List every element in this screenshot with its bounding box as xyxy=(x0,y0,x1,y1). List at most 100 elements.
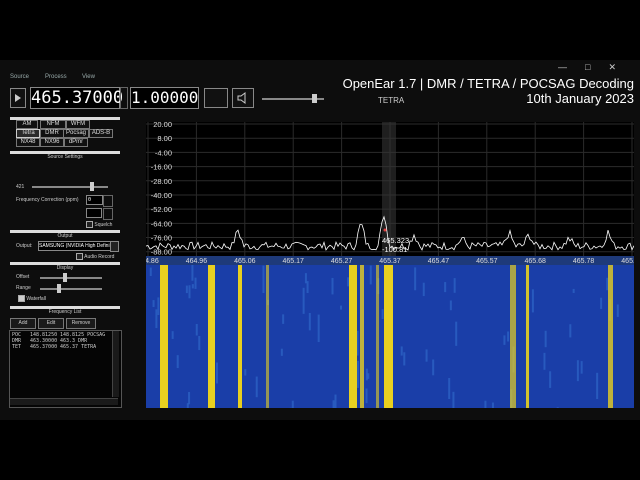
rf-gain-value: 421 xyxy=(16,184,25,190)
add-button[interactable]: Add xyxy=(10,318,36,329)
overlay-line2: 10th January 2023 xyxy=(526,91,634,106)
x-tick-label: 465.68 xyxy=(524,258,546,265)
mode-button-tetra[interactable]: Tetra xyxy=(16,129,40,138)
remove-button[interactable]: Remove xyxy=(66,318,96,329)
waterfall-speckle xyxy=(444,282,447,293)
waterfall-speckle xyxy=(580,361,583,374)
menu-source[interactable]: Source xyxy=(10,74,29,80)
waterfall-speckle xyxy=(491,402,494,408)
waterfall-speckle xyxy=(332,400,335,408)
waterfall-check-icon[interactable] xyxy=(18,295,25,302)
x-tick-label: 465.88 xyxy=(621,258,634,265)
list-item-frequency: 465.37000 xyxy=(30,344,58,350)
waterfall-speckle xyxy=(308,312,311,331)
play-button[interactable] xyxy=(10,88,26,108)
mode-button-adsb[interactable]: ADS-B xyxy=(89,129,113,138)
audio-record-label: Audio Record xyxy=(84,253,115,260)
waterfall-speckle xyxy=(302,287,305,314)
freq-correction-input[interactable]: 0 xyxy=(86,195,103,205)
waterfall-speckle xyxy=(556,407,559,408)
edit-button[interactable]: Edit xyxy=(38,318,64,329)
spectrum-plot[interactable]: 20.00 8.00 -4.00 -16.00 -28.00 -40.00 -52.00 -6… xyxy=(137,120,640,408)
waterfall-speckle xyxy=(576,360,579,382)
waterfall-speckle xyxy=(453,278,456,293)
waterfall-speckle xyxy=(531,289,534,313)
waterfall-speckle xyxy=(255,376,258,398)
y-tick-label: -76.00 xyxy=(151,234,172,243)
waterfall-speckle xyxy=(317,314,320,343)
mode-button-dpmr[interactable]: dPmr xyxy=(64,138,88,147)
freq-correction-label: Frequency Correction (ppm) xyxy=(16,197,79,203)
audio-record-check-icon[interactable] xyxy=(76,253,83,260)
output-label: Output: xyxy=(16,243,33,249)
menu-view[interactable]: View xyxy=(82,74,95,80)
list-item-tag: TET xyxy=(12,344,22,350)
mode-button-am[interactable]: AM xyxy=(16,120,38,129)
waterfall-speckle xyxy=(448,377,451,399)
offset-thumb[interactable] xyxy=(63,273,67,282)
mode-button-dmr[interactable]: DMR xyxy=(40,129,64,138)
waterfall-speckle xyxy=(152,300,155,308)
frequency-spinner[interactable] xyxy=(120,87,128,109)
waterfall-speckle xyxy=(280,348,283,356)
freq-correction-spinner[interactable] xyxy=(103,195,113,207)
rf-gain-thumb[interactable] xyxy=(90,182,94,191)
display-title: Display xyxy=(56,265,74,271)
x-tick-label: 465.17 xyxy=(282,258,304,265)
secondary-input[interactable] xyxy=(86,208,102,218)
offset-slider[interactable] xyxy=(40,277,102,279)
mode-button-nx48[interactable]: NX48 xyxy=(16,138,40,147)
waterfall-signal-band xyxy=(360,265,364,408)
rf-gain-slider[interactable] xyxy=(32,186,108,188)
x-tick-label: 465.47 xyxy=(428,258,450,265)
offset-label: Offset xyxy=(16,274,30,280)
menu-process[interactable]: Process xyxy=(45,74,67,80)
list-item[interactable]: TET 465.37000 465.37 TETRA xyxy=(12,344,119,350)
close-icon[interactable]: ✕ xyxy=(608,62,634,72)
y-tick-label: 8.00 xyxy=(157,134,172,143)
mode-button-wfm[interactable]: WFM xyxy=(66,120,90,129)
record-button[interactable] xyxy=(204,88,228,108)
waterfall-speckle xyxy=(331,277,334,295)
waterfall-speckle xyxy=(569,324,572,338)
gain-input[interactable]: 1.00000 xyxy=(130,87,199,109)
frequency-input[interactable]: 465.37000 xyxy=(30,87,123,109)
audio-record-checkbox[interactable]: Audio Record xyxy=(76,253,114,260)
mode-button-nx96[interactable]: NX96 xyxy=(40,138,64,147)
x-tick-label: 465.57 xyxy=(476,258,498,265)
y-tick-label: -52.00 xyxy=(151,205,172,214)
squelch-checkbox[interactable]: Squelch xyxy=(86,221,112,228)
waterfall-speckle xyxy=(484,400,487,408)
secondary-spinner[interactable] xyxy=(103,208,113,220)
minimize-icon[interactable]: — xyxy=(558,62,585,72)
mode-button-pocsag[interactable]: Pocsag xyxy=(63,129,89,138)
waterfall-speckle xyxy=(422,282,425,297)
squelch-check-icon[interactable] xyxy=(86,221,93,228)
waterfall-speckle xyxy=(194,277,197,289)
cursor-level-readout: -100.81 xyxy=(382,245,407,254)
chevron-down-icon[interactable] xyxy=(110,241,119,252)
waterfall-signal-band xyxy=(266,265,269,408)
waterfall-speckle xyxy=(185,285,188,294)
mode-button-nfm[interactable]: NFM xyxy=(40,120,66,129)
y-tick-label: -40.00 xyxy=(151,191,172,200)
waterfall-checkbox[interactable]: Waterfall xyxy=(18,295,46,302)
waterfall-speckle xyxy=(340,305,343,310)
audio-mute-button[interactable] xyxy=(232,88,254,108)
waterfall-speckle xyxy=(191,265,194,281)
waterfall-speckle xyxy=(244,369,247,376)
window-controls[interactable]: —□✕ xyxy=(558,62,634,73)
frequency-list-hscrollbar[interactable] xyxy=(10,398,118,405)
output-device-select[interactable]: SAMSUNG (NVIDIA High Defini xyxy=(38,241,112,251)
x-tick-label: 465.78 xyxy=(573,258,595,265)
waterfall-speckle xyxy=(188,285,191,299)
spectrum-waterfall-view[interactable]: 20.00 8.00 -4.00 -16.00 -28.00 -40.00 -52.00 -6… xyxy=(137,120,640,408)
waterfall-signal-band xyxy=(208,265,215,408)
waterfall-speckle xyxy=(600,297,603,309)
x-tick-label: 465.37 xyxy=(379,258,401,265)
maximize-icon[interactable]: □ xyxy=(585,62,608,72)
range-thumb[interactable] xyxy=(57,284,61,293)
range-slider[interactable] xyxy=(40,288,102,290)
frequency-list-scrollbar[interactable] xyxy=(112,331,119,397)
waterfall-speckle xyxy=(149,267,152,276)
